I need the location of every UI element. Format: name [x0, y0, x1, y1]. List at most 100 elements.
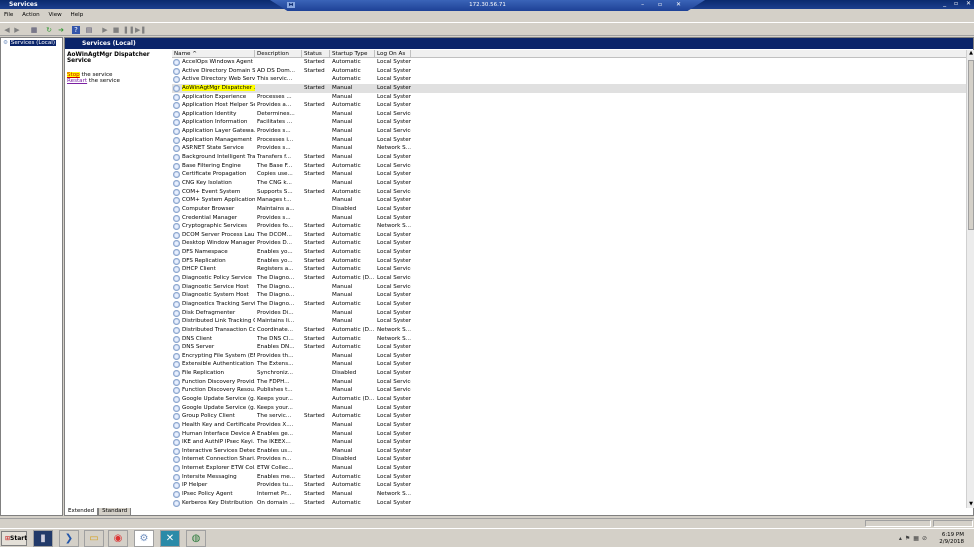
- service-row[interactable]: COM+ Event System Supports S... Started Aut…: [172, 188, 966, 197]
- service-row[interactable]: Diagnostics Tracking Service The Diagno..…: [172, 300, 966, 309]
- service-row[interactable]: Cryptographic Services Provides fo... Star…: [172, 222, 966, 231]
- service-row[interactable]: Kerberos Key Distribution ... On domain .…: [172, 499, 966, 508]
- service-row[interactable]: IKE and AuthIP IPsec Keyi... The IKEEX...…: [172, 438, 966, 447]
- service-row[interactable]: DHCP Client Registers a... Started Automati…: [172, 265, 966, 274]
- back-icon[interactable]: ◀: [3, 26, 11, 34]
- service-row[interactable]: Application Layer Gatewa... Provides s...…: [172, 127, 966, 136]
- service-row[interactable]: Desktop Window Manager... Provides D... St…: [172, 239, 966, 248]
- restart-link[interactable]: Restart: [67, 78, 87, 84]
- system-tray[interactable]: ▴⚑▦⊘: [899, 535, 930, 542]
- service-row[interactable]: Group Policy Client The servic... Started A…: [172, 412, 966, 421]
- rdp-controls[interactable]: – ▫ ✕: [641, 0, 687, 10]
- service-row[interactable]: Application Identity Determines... Manual L…: [172, 110, 966, 119]
- service-row[interactable]: Application Experience Processes ... Manua…: [172, 93, 966, 102]
- services-task-icon[interactable]: ⚙: [134, 530, 154, 547]
- service-row[interactable]: IP Helper Provides tu... Started Automatic L…: [172, 481, 966, 490]
- cell-startup-type: Automatic: [332, 231, 361, 238]
- remote-app-icon[interactable]: ◍: [186, 530, 206, 547]
- console-tree-icon[interactable]: ▦: [30, 26, 38, 34]
- scroll-down-icon[interactable]: ▼: [967, 501, 974, 508]
- vertical-scrollbar[interactable]: ▲ ▼: [966, 50, 974, 508]
- service-row[interactable]: Interactive Services Detec... Enables us.…: [172, 447, 966, 456]
- start-button[interactable]: ⊞Start: [1, 531, 27, 546]
- service-row[interactable]: Credential Manager Provides s... Manual Loc…: [172, 214, 966, 223]
- service-row[interactable]: DCOM Server Process Lau... The DCOM... Sta…: [172, 231, 966, 240]
- column-log-on-as[interactable]: Log On As: [375, 50, 411, 57]
- service-row[interactable]: Extensible Authentication ... The Extens.…: [172, 360, 966, 369]
- column-status[interactable]: Status: [302, 50, 330, 57]
- refresh-icon[interactable]: ↻: [45, 26, 53, 34]
- column-startup-type[interactable]: Startup Type: [330, 50, 375, 57]
- cell-log-on-as: Local System: [377, 318, 411, 325]
- service-row[interactable]: DFS Namespace Enables yo... Started Automat…: [172, 248, 966, 257]
- service-row[interactable]: Computer Browser Maintains a... Disabled Lo…: [172, 205, 966, 214]
- menu-view[interactable]: View: [48, 12, 61, 18]
- service-row[interactable]: Function Discovery Resou... Publishes t..…: [172, 386, 966, 395]
- service-row[interactable]: DNS Server Enables DN... Started Automatic L…: [172, 343, 966, 352]
- cell-startup-type: Manual: [332, 154, 353, 161]
- menu-action[interactable]: Action: [22, 12, 40, 18]
- service-row[interactable]: File Replication Synchroniz... Disabled Loc…: [172, 369, 966, 378]
- service-row[interactable]: Application Host Helper Se... Provides a.…: [172, 101, 966, 110]
- help-icon[interactable]: ?: [72, 26, 80, 34]
- service-row[interactable]: Active Directory Web Serv... This servic.…: [172, 75, 966, 84]
- server-manager-icon[interactable]: ▮: [33, 530, 53, 547]
- service-row[interactable]: COM+ System Application Manages t... Manua…: [172, 196, 966, 205]
- scroll-up-icon[interactable]: ▲: [967, 50, 974, 57]
- service-icon: [173, 318, 180, 326]
- service-row[interactable]: Google Update Service (g... Keeps your...…: [172, 404, 966, 413]
- tree-node-services-local[interactable]: ⚙ Services (Local): [3, 40, 62, 46]
- service-row[interactable]: Active Directory Domain S... AD DS Dom...…: [172, 67, 966, 76]
- service-row[interactable]: Human Interface Device A... Enables ge...…: [172, 430, 966, 439]
- service-row[interactable]: Disk Defragmenter Provides Di... Manual Loc…: [172, 309, 966, 318]
- tab-extended[interactable]: Extended: [64, 508, 99, 516]
- clock[interactable]: 6:19 PM 2/9/2018: [939, 532, 964, 546]
- menu-file[interactable]: File: [4, 12, 13, 18]
- properties-icon[interactable]: ▤: [85, 26, 93, 34]
- service-row[interactable]: Base Filtering Engine The Base F... Starte…: [172, 162, 966, 171]
- cell-name: Diagnostics Tracking Service: [172, 300, 255, 309]
- service-row[interactable]: Distributed Transaction Co... Coordinate.…: [172, 326, 966, 335]
- service-row[interactable]: Diagnostic Policy Service The Diagno... St…: [172, 274, 966, 283]
- service-row[interactable]: DNS Client The DNS Cl... Started Automatic N…: [172, 335, 966, 344]
- window-controls[interactable]: _ ▫ ✕: [943, 0, 974, 7]
- service-row[interactable]: DFS Replication Enables yo... Started Autom…: [172, 257, 966, 266]
- service-row[interactable]: Intersite Messaging Enables me... Started A…: [172, 473, 966, 482]
- service-row[interactable]: Distributed Link Tracking C... Maintains …: [172, 317, 966, 326]
- pause-service-icon[interactable]: ❚❚: [123, 26, 135, 34]
- service-row[interactable]: Google Update Service (g... Keeps your...…: [172, 395, 966, 404]
- menu-help[interactable]: Help: [71, 12, 84, 18]
- service-row[interactable]: AccelOps Windows Agent Started Automatic Lo…: [172, 58, 966, 67]
- service-row[interactable]: Health Key and Certificate... Provides X.…: [172, 421, 966, 430]
- service-row[interactable]: Application Information Facilitates ... Ma…: [172, 118, 966, 127]
- service-row[interactable]: IPsec Policy Agent Internet Pr... Started M…: [172, 490, 966, 499]
- service-row[interactable]: Diagnostic System Host The Diagno... Manua…: [172, 291, 966, 300]
- service-row[interactable]: Certificate Propagation Copies use... Star…: [172, 170, 966, 179]
- scroll-thumb[interactable]: [968, 60, 974, 230]
- forward-icon[interactable]: ▶: [13, 26, 21, 34]
- chrome-icon[interactable]: ◉: [108, 530, 128, 547]
- service-row[interactable]: CNG Key Isolation The CNG k... Manual Local…: [172, 179, 966, 188]
- start-service-icon[interactable]: ▶: [101, 26, 109, 34]
- service-row[interactable]: Function Discovery Provid... The FDPH... M…: [172, 378, 966, 387]
- column-description[interactable]: Description: [255, 50, 302, 57]
- service-row[interactable]: AoWinAgtMgr Dispatcher ... Started Manual L…: [172, 83, 966, 93]
- explorer-icon[interactable]: ▭: [84, 530, 104, 547]
- tab-standard[interactable]: Standard: [98, 508, 132, 516]
- service-row[interactable]: Internet Explorer ETW Col... ETW Collec..…: [172, 464, 966, 473]
- service-row[interactable]: Application Management Processes i... Manu…: [172, 136, 966, 145]
- export-icon[interactable]: ➜: [57, 26, 65, 34]
- service-row[interactable]: Diagnostic Service Host The Diagno... Manu…: [172, 283, 966, 292]
- restart-service-icon[interactable]: ▶❚: [135, 26, 146, 34]
- column-name[interactable]: Name ^: [172, 50, 255, 57]
- powershell-icon[interactable]: ❯: [59, 530, 79, 547]
- network-app-icon[interactable]: ✕: [160, 530, 180, 547]
- service-row[interactable]: ASP.NET State Service Provides s... Manual…: [172, 144, 966, 153]
- stop-service-icon[interactable]: ■: [112, 26, 120, 34]
- service-row[interactable]: Background Intelligent Tra... Transfers f…: [172, 153, 966, 162]
- pin-icon[interactable]: ⧓: [287, 2, 295, 8]
- cell-startup-type: Automatic: [332, 499, 361, 506]
- service-row[interactable]: Internet Connection Shari... Provides n..…: [172, 455, 966, 464]
- cell-name: Application Identity: [172, 110, 255, 119]
- service-row[interactable]: Encrypting File System (EFS) Provides th.…: [172, 352, 966, 361]
